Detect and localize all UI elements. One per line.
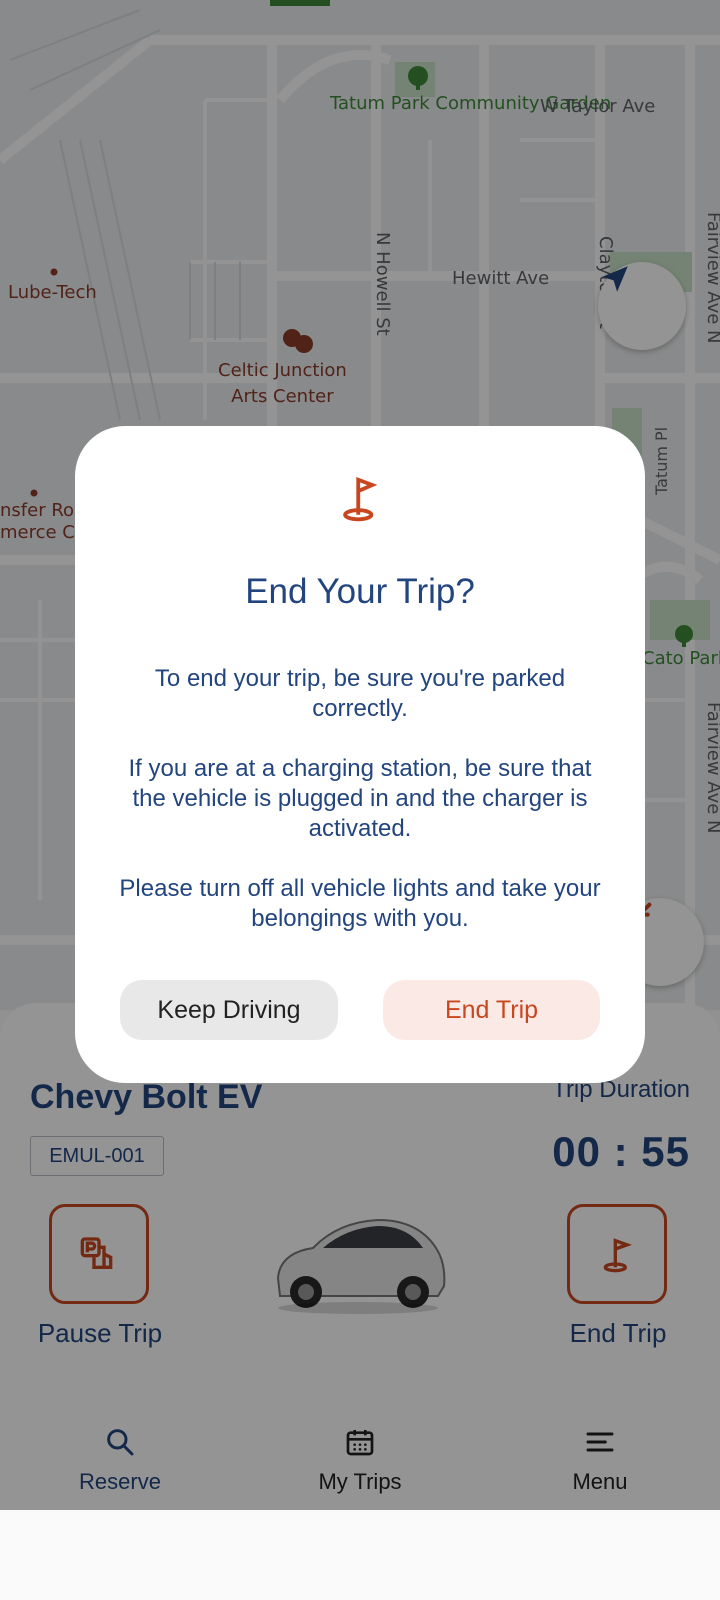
- dialog-para-parking: To end your trip, be sure you're parked …: [154, 665, 566, 722]
- dialog-para-belongings: Please turn off all vehicle lights and t…: [119, 875, 601, 932]
- flag-pin-icon: [343, 476, 378, 522]
- keep-driving-button[interactable]: Keep Driving: [120, 980, 338, 1040]
- end-trip-button[interactable]: End Trip: [383, 980, 600, 1040]
- dialog-para-charging: If you are at a charging station, be sur…: [128, 755, 592, 842]
- dialog-title: End Your Trip?: [245, 572, 475, 611]
- system-bar-area: [0, 1510, 720, 1600]
